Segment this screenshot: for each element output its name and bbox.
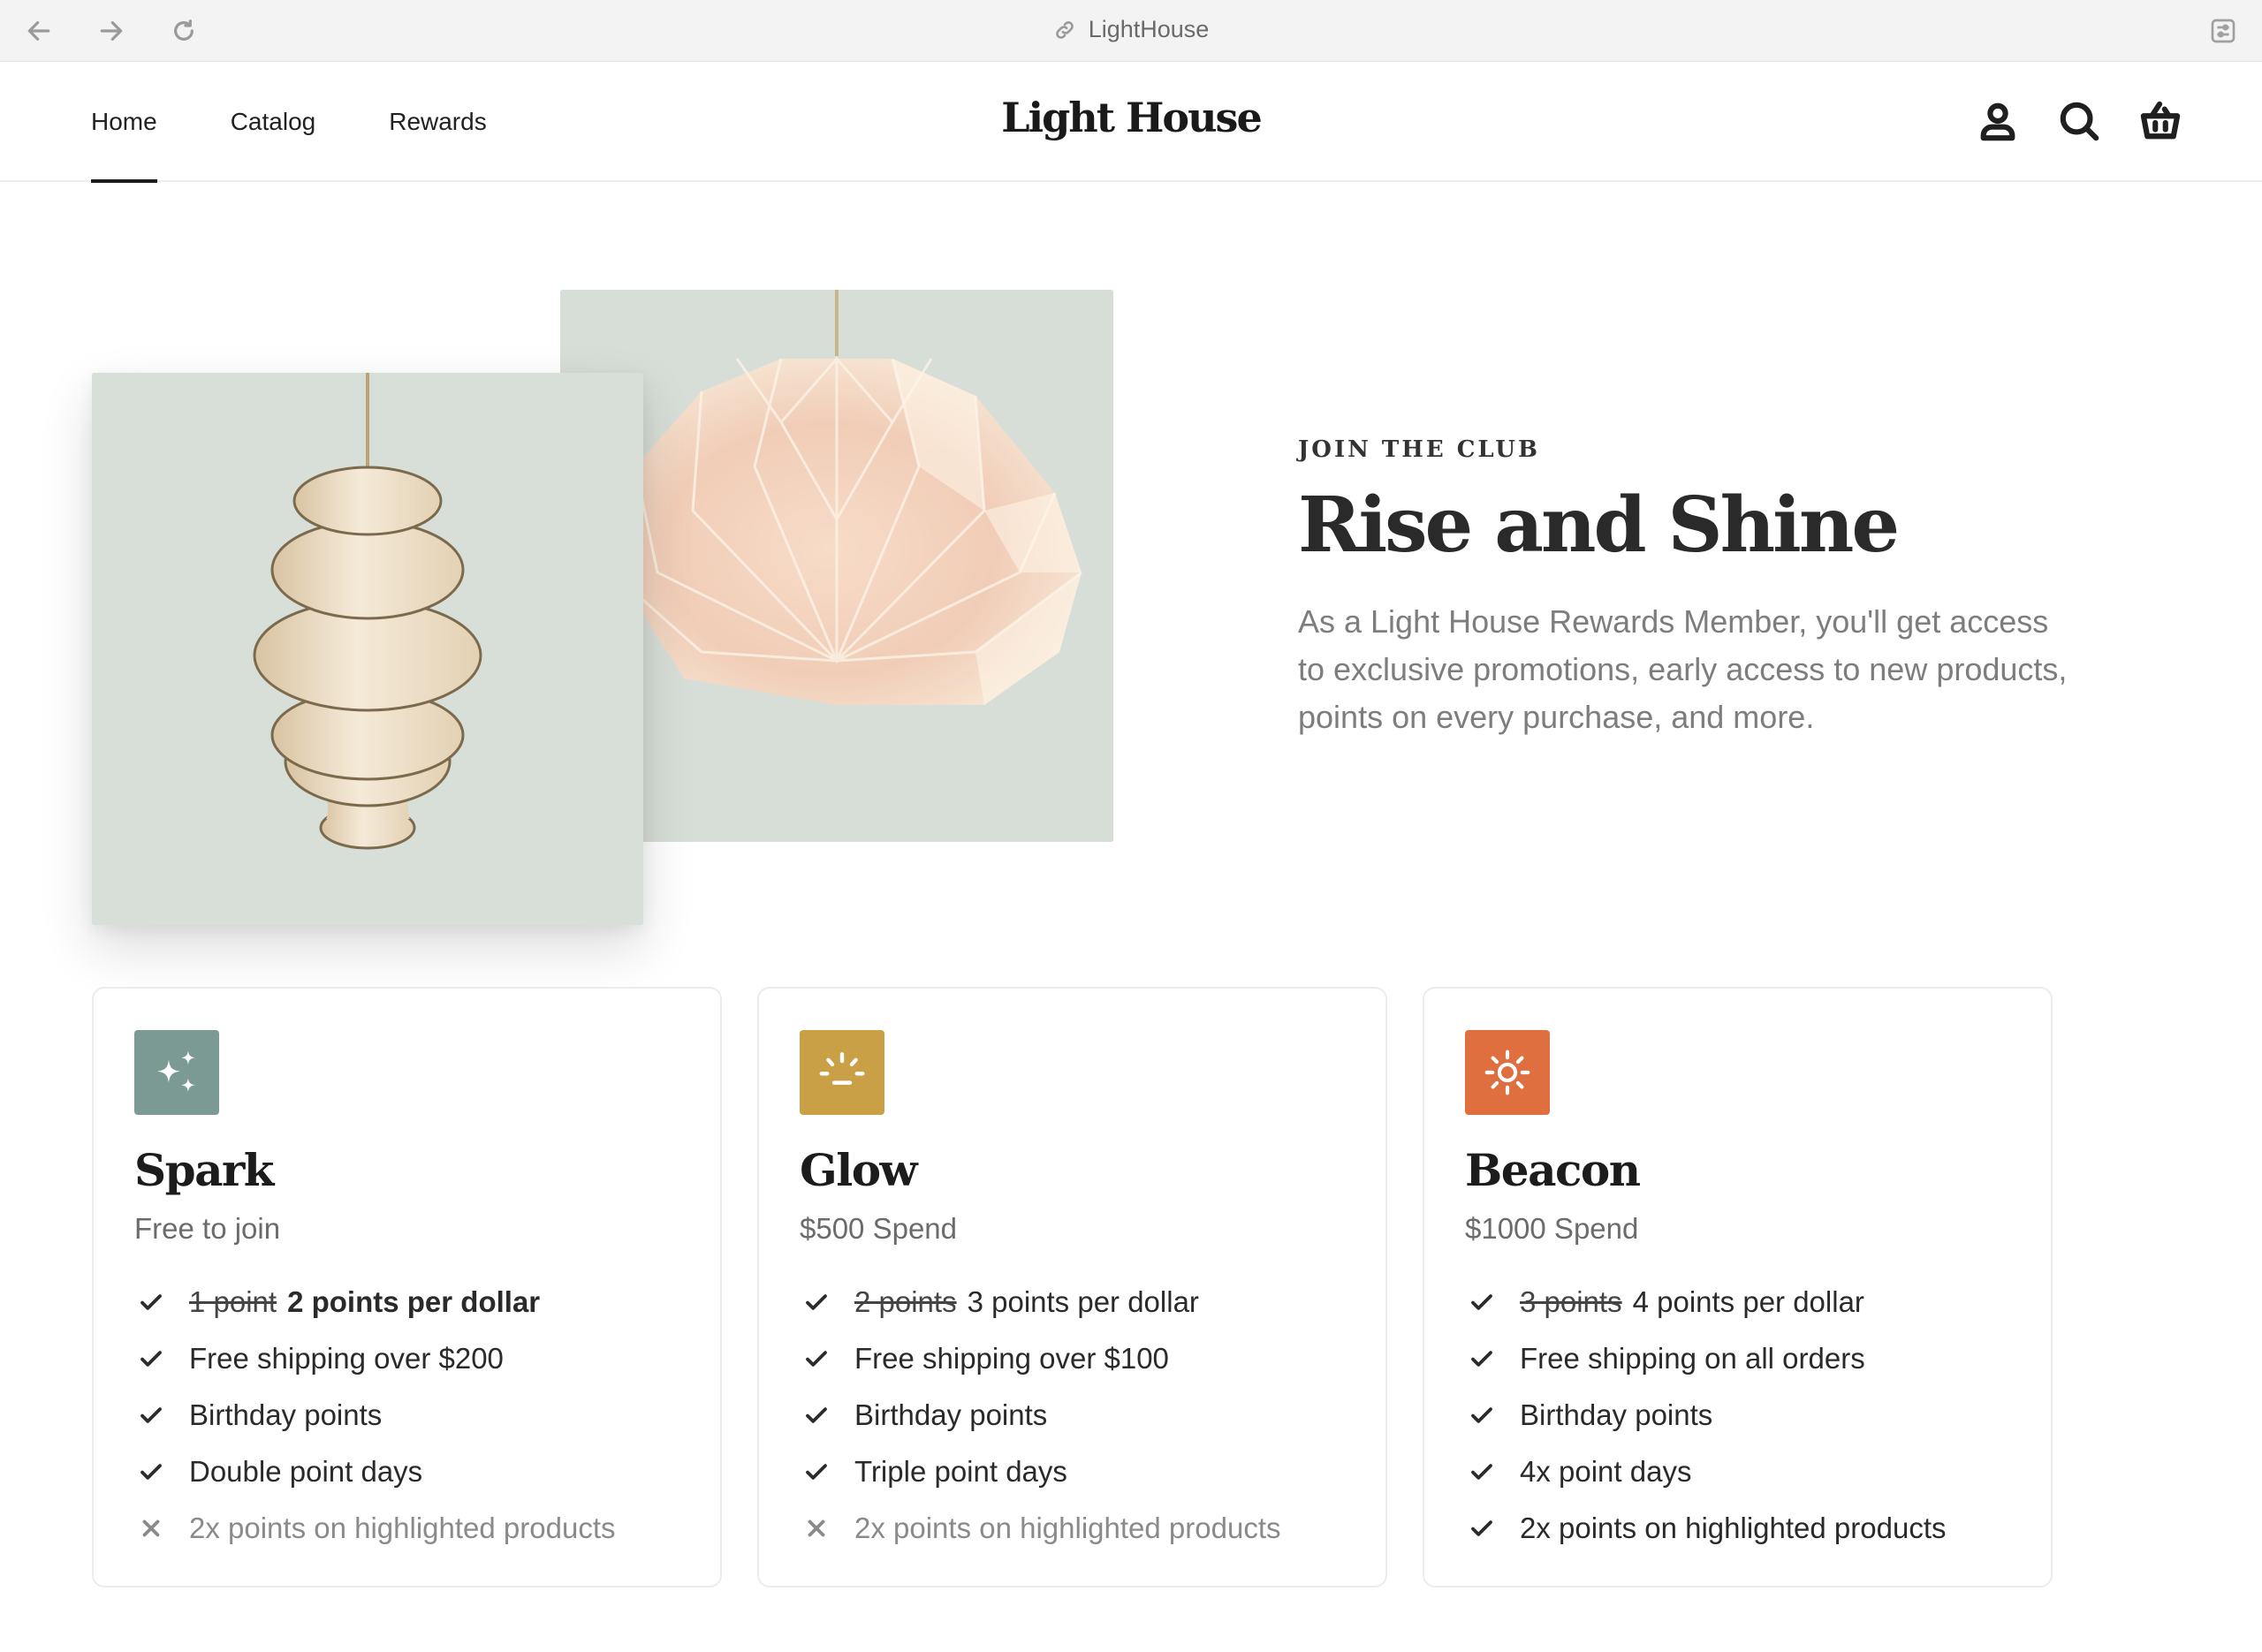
- tier-badge: [134, 1030, 219, 1115]
- hero-title: Rise and Shine: [1298, 481, 1900, 570]
- perk-item: 2 points 3 points per dollar: [803, 1274, 1281, 1330]
- tier-name: Glow: [800, 1144, 918, 1196]
- site-logo[interactable]: Light House: [0, 94, 2262, 141]
- hero-section: JOIN THE CLUB Rise and Shine As a Light …: [1298, 436, 2093, 741]
- tier-subtitle: $1000 Spend: [1465, 1212, 1639, 1245]
- perk-text: 3 points per dollar: [967, 1285, 1199, 1318]
- perk-text: Triple point days: [854, 1455, 1067, 1488]
- sunrise-icon: [819, 1052, 865, 1085]
- perk-item: 1 point 2 points per dollar: [138, 1274, 616, 1330]
- tier-subtitle: Free to join: [134, 1212, 281, 1245]
- hero-eyebrow: JOIN THE CLUB: [1298, 436, 1540, 463]
- perk-item: 4x point days: [1469, 1444, 1947, 1500]
- perk-text: 4 points per dollar: [1632, 1285, 1864, 1318]
- settings-sliders-icon: [2211, 19, 2235, 43]
- perk-item: Double point days: [138, 1444, 616, 1500]
- stacked-pendant-lamp-image: [92, 373, 643, 925]
- perk-text: Free shipping over $200: [189, 1342, 504, 1375]
- tier-name: Beacon: [1465, 1144, 1641, 1196]
- account-icon: [1980, 102, 2015, 141]
- x-icon: [142, 1519, 160, 1537]
- tier-subtitle: $500 Spend: [800, 1212, 958, 1245]
- x-icon: [808, 1519, 825, 1537]
- perk-list: 3 points 4 points per dollar Free shippi…: [1469, 1274, 1947, 1557]
- extensions-button[interactable]: [2209, 17, 2237, 45]
- check-icon: [140, 1351, 162, 1367]
- sparkle-icon: [157, 1050, 195, 1092]
- perk-item-excluded: 2x points on highlighted products: [803, 1500, 1281, 1557]
- tier-card-spark: Spark Free to join 1 point 2 points per …: [92, 987, 722, 1588]
- perk-text: Birthday points: [189, 1398, 383, 1431]
- perk-item: Free shipping over $100: [803, 1330, 1281, 1387]
- perk-text: 2 points per dollar: [287, 1285, 541, 1318]
- perk-item: Birthday points: [1469, 1387, 1947, 1444]
- check-icon: [140, 1464, 162, 1480]
- check-icon: [140, 1407, 162, 1423]
- check-icon: [806, 1294, 827, 1310]
- perk-list: 2 points 3 points per dollar Free shippi…: [803, 1274, 1281, 1557]
- check-icon: [140, 1294, 162, 1310]
- link-icon: [1055, 20, 1074, 39]
- cart-icon: [2140, 101, 2181, 140]
- perk-text: 4x point days: [1520, 1455, 1692, 1488]
- tier-badge: [800, 1030, 884, 1115]
- perk-item: Triple point days: [803, 1444, 1281, 1500]
- perk-item: 3 points 4 points per dollar: [1469, 1274, 1947, 1330]
- site-header: Home Catalog Rewards Light House: [0, 62, 2262, 183]
- perk-text: 2x points on highlighted products: [854, 1512, 1281, 1544]
- tier-badge: [1465, 1030, 1550, 1115]
- perk-text: Birthday points: [854, 1398, 1048, 1431]
- browser-toolbar: LightHouse: [0, 0, 2262, 62]
- perk-text: Free shipping over $100: [854, 1342, 1169, 1375]
- perk-text: 2x points on highlighted products: [189, 1512, 616, 1544]
- check-icon: [806, 1407, 827, 1423]
- perk-text: 2x points on highlighted products: [1520, 1512, 1947, 1544]
- search-icon: [2060, 102, 2099, 141]
- perk-item: 2x points on highlighted products: [1469, 1500, 1947, 1557]
- check-icon: [806, 1464, 827, 1480]
- check-icon: [1471, 1294, 1492, 1310]
- perk-item: Free shipping on all orders: [1469, 1330, 1947, 1387]
- search-button[interactable]: [2059, 99, 2099, 143]
- perk-item: Birthday points: [803, 1387, 1281, 1444]
- tier-card-glow: Glow $500 Spend 2 points 3 points per do…: [757, 987, 1387, 1588]
- perk-text: Free shipping on all orders: [1520, 1342, 1865, 1375]
- perk-old-value: 3 points: [1520, 1285, 1622, 1318]
- cart-button[interactable]: [2140, 99, 2181, 143]
- perk-old-value: 1 point: [189, 1285, 277, 1318]
- tier-card-beacon: Beacon $1000 Spend 3 points 4 points per…: [1423, 987, 2053, 1588]
- perk-list: 1 point 2 points per dollar Free shippin…: [138, 1274, 616, 1557]
- perk-text: Birthday points: [1520, 1398, 1713, 1431]
- perk-text: Double point days: [189, 1455, 423, 1488]
- tier-name: Spark: [134, 1144, 274, 1196]
- check-icon: [806, 1351, 827, 1367]
- check-icon: [1471, 1351, 1492, 1367]
- hero-description: As a Light House Rewards Member, you'll …: [1298, 602, 2068, 735]
- address-bar[interactable]: LightHouse: [0, 16, 2262, 43]
- perk-item: Birthday points: [138, 1387, 616, 1444]
- check-icon: [1471, 1407, 1492, 1423]
- perk-item: Free shipping over $200: [138, 1330, 616, 1387]
- perk-item-excluded: 2x points on highlighted products: [138, 1500, 616, 1557]
- header-actions: [1977, 99, 2181, 143]
- sun-icon: [1484, 1050, 1530, 1095]
- page-title: LightHouse: [1088, 16, 1210, 42]
- check-icon: [1471, 1520, 1492, 1536]
- account-button[interactable]: [1977, 99, 2018, 143]
- perk-old-value: 2 points: [854, 1285, 957, 1318]
- check-icon: [1471, 1464, 1492, 1480]
